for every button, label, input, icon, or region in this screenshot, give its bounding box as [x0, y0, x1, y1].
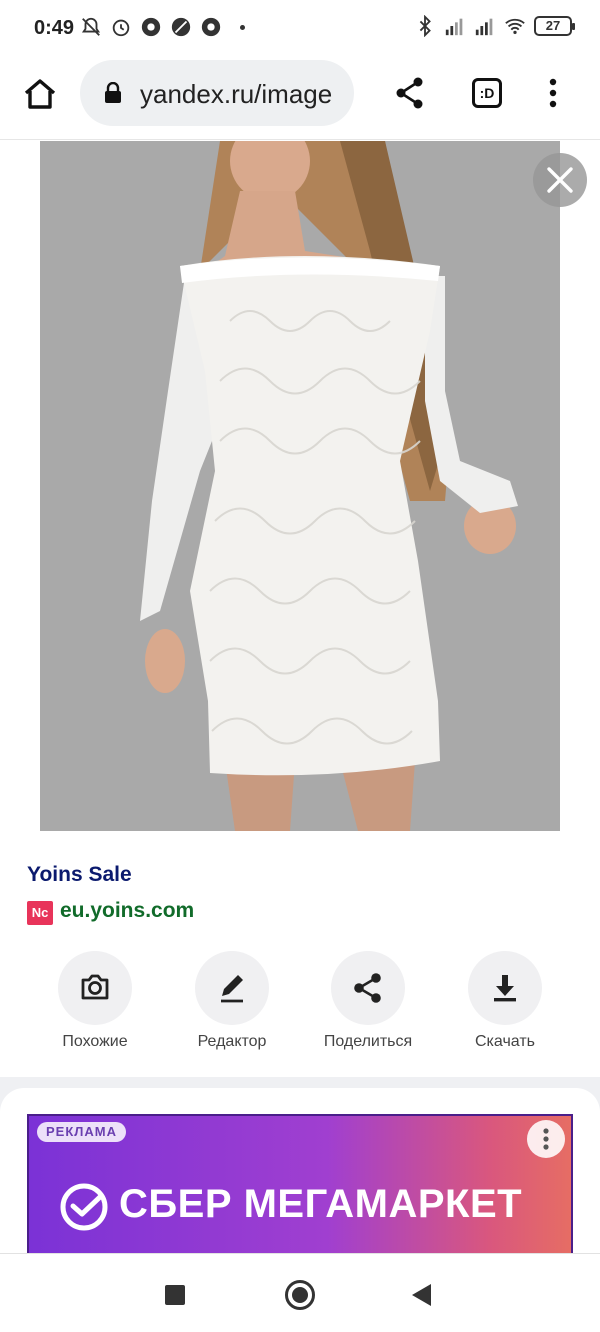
signal-icon	[445, 18, 463, 36]
screen: 0:49 27 yandex.ru/image :D Yoins Sale Nc…	[0, 0, 600, 1332]
status-icons-left	[80, 16, 245, 38]
battery-icon: 27	[534, 16, 575, 36]
ad-banner[interactable]: РЕКЛАМА СБЕР МЕГАМАРКЕТ	[27, 1114, 573, 1253]
action-row: Похожие Редактор Поделиться Скачать	[0, 951, 600, 1061]
browser-toolbar: yandex.ru/image :D	[0, 58, 600, 140]
pencil-icon	[221, 975, 243, 1003]
site-favicon: Nc	[27, 901, 53, 925]
share-icon[interactable]	[394, 76, 426, 110]
tabs-button[interactable]: :D	[472, 78, 502, 108]
system-nav-bar	[0, 1253, 600, 1332]
alarm-icon	[112, 19, 130, 37]
signal-icon	[475, 18, 493, 36]
close-button[interactable]	[533, 153, 587, 207]
status-icons-right: 27	[414, 15, 575, 37]
editor-button[interactable]: Редактор	[172, 951, 292, 1051]
similar-button[interactable]: Похожие	[35, 951, 155, 1051]
editor-label: Редактор	[197, 1033, 267, 1050]
address-bar[interactable]: yandex.ru/image	[80, 60, 354, 126]
ad-tag: РЕКЛАМА	[37, 1122, 127, 1142]
url-text[interactable]: yandex.ru/image	[140, 79, 350, 110]
share-result-button[interactable]: Поделиться	[308, 951, 428, 1051]
ad-menu-button[interactable]	[527, 1120, 565, 1158]
editor-button-circle[interactable]	[195, 951, 269, 1025]
download-button[interactable]: Скачать	[445, 951, 565, 1051]
home-button[interactable]	[285, 1280, 315, 1310]
more-menu-icon[interactable]	[548, 78, 558, 108]
download-button-circle[interactable]	[468, 951, 542, 1025]
dress-photo	[40, 141, 560, 831]
app-icon	[171, 17, 191, 37]
status-time: 0:49	[34, 17, 75, 39]
similar-label: Похожие	[62, 1033, 128, 1050]
notifications-off-icon	[81, 17, 101, 36]
more-vert-icon	[543, 1128, 549, 1150]
lock-icon	[105, 82, 121, 103]
download-icon	[494, 975, 516, 1002]
home-icon[interactable]	[22, 76, 58, 112]
wifi-icon	[505, 18, 525, 35]
result-image[interactable]	[40, 141, 560, 831]
ad-brand-text: СБЕР МЕГАМАРКЕТ	[119, 1182, 523, 1226]
camera-search-icon	[81, 974, 109, 1000]
sber-check-icon	[60, 1183, 108, 1231]
share-icon	[354, 973, 381, 1003]
back-button[interactable]	[412, 1284, 431, 1306]
bluetooth-icon	[419, 15, 431, 37]
image-viewer	[0, 141, 600, 831]
result-info-card: Yoins Sale Nc eu.yoins.com Похожие Редак…	[0, 831, 600, 1077]
chrome-icon	[141, 17, 161, 37]
similar-button-circle[interactable]	[58, 951, 132, 1025]
share-button-circle[interactable]	[331, 951, 405, 1025]
download-label: Скачать	[475, 1033, 535, 1050]
source-domain-link[interactable]: eu.yoins.com	[60, 899, 194, 923]
recents-button[interactable]	[165, 1285, 185, 1305]
status-bar: 0:49 27	[0, 0, 600, 58]
more-notifications-dot	[240, 24, 245, 30]
source-title-link[interactable]: Yoins Sale	[27, 863, 132, 887]
ad-card: РЕКЛАМА СБЕР МЕГАМАРКЕТ	[0, 1088, 600, 1253]
chrome-icon	[201, 17, 221, 37]
share-label: Поделиться	[323, 1033, 413, 1050]
close-icon	[547, 167, 573, 193]
